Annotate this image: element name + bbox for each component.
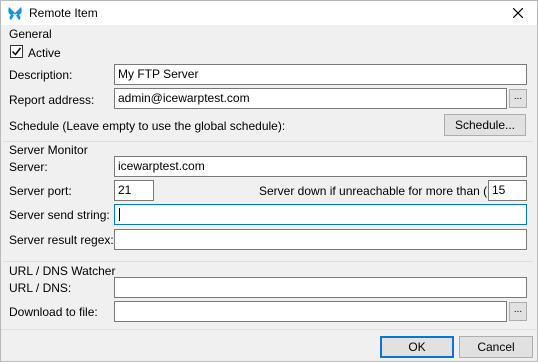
description-label: Description: xyxy=(9,68,73,82)
close-icon xyxy=(513,8,523,18)
title-bar[interactable]: Remote Item xyxy=(1,1,537,25)
general-header: General xyxy=(9,27,52,41)
close-button[interactable] xyxy=(503,1,533,25)
butterfly-icon xyxy=(8,7,22,20)
download-browse-button[interactable]: ... xyxy=(509,302,527,321)
active-label[interactable]: Active xyxy=(28,46,61,60)
schedule-label: Schedule (Leave empty to use the global … xyxy=(9,119,286,133)
description-field[interactable]: My FTP Server xyxy=(114,64,527,85)
server-send-string-field[interactable] xyxy=(114,204,527,225)
server-port-label: Server port: xyxy=(9,184,72,198)
server-result-regex-field[interactable] xyxy=(114,229,527,250)
section-divider xyxy=(3,141,533,142)
cancel-button[interactable]: Cancel xyxy=(459,336,533,358)
report-address-field[interactable]: admin@icewarptest.com xyxy=(114,88,507,109)
report-address-label: Report address: xyxy=(9,93,95,107)
url-watcher-header: URL / DNS Watcher xyxy=(9,264,116,278)
server-down-label: Server down if unreachable for more than… xyxy=(259,184,514,198)
server-monitor-header: Server Monitor xyxy=(9,143,88,157)
download-to-file-field[interactable] xyxy=(114,301,507,322)
server-result-regex-label: Server result regex: xyxy=(9,233,114,247)
checkmark-icon xyxy=(11,47,22,56)
section-divider xyxy=(3,261,533,262)
url-dns-field[interactable] xyxy=(114,277,527,298)
ok-button[interactable]: OK xyxy=(380,336,454,358)
schedule-button[interactable]: Schedule... xyxy=(444,114,526,136)
report-browse-button[interactable]: ... xyxy=(509,89,527,108)
url-dns-label: URL / DNS: xyxy=(9,281,72,295)
download-to-file-label: Download to file: xyxy=(9,305,98,319)
remote-item-dialog: Remote Item General Active Description: … xyxy=(0,0,538,362)
server-down-minutes-field[interactable]: 15 xyxy=(488,180,527,201)
server-field[interactable]: icewarptest.com xyxy=(114,156,527,177)
window-title: Remote Item xyxy=(29,6,98,20)
active-checkbox[interactable] xyxy=(10,45,23,58)
text-caret xyxy=(119,208,120,222)
dialog-footer: OK Cancel xyxy=(1,329,537,361)
server-send-string-label: Server send string: xyxy=(9,208,110,222)
server-label: Server: xyxy=(9,160,48,174)
server-port-field[interactable]: 21 xyxy=(114,180,154,201)
